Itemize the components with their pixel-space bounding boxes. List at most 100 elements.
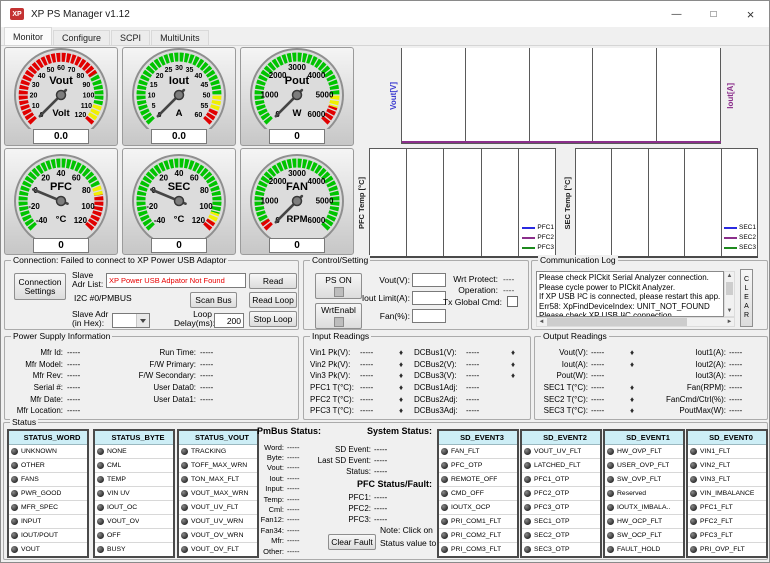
sec-temp-axis-label: SEC Temp [°C] [559, 148, 575, 258]
pmbus-value[interactable]: ----- [287, 484, 300, 493]
status-row-label: CML [107, 462, 121, 469]
gauge-iout: 051015202530354045505560IoutA0.0 [122, 47, 236, 146]
close-button[interactable]: × [732, 1, 769, 27]
pfc-fault-value[interactable]: ----- [374, 504, 387, 513]
scroll-left-icon[interactable]: ◄ [537, 318, 546, 327]
clear-log-button[interactable]: CLEAR [740, 269, 753, 327]
info-row: Mfr Model:----- [9, 359, 101, 371]
iout-limit-label: Iout Limit(A): [360, 294, 410, 303]
reading-value: ----- [360, 348, 394, 357]
diamond-indicator-icon: ♦ [506, 360, 520, 369]
tx-global-checkbox[interactable] [507, 296, 518, 307]
diamond-indicator-icon: ♦ [506, 371, 520, 380]
tab[interactable]: Configure [53, 30, 110, 45]
legend-item: PFC1 [522, 224, 554, 231]
svg-text:90: 90 [83, 82, 91, 89]
info-label: F/W Primary: [125, 360, 200, 369]
tab-label: SCPI [120, 33, 141, 43]
slave-adr-select[interactable] [112, 313, 150, 328]
info-label: User Data1: [125, 395, 200, 404]
loop-delay-input[interactable] [214, 313, 244, 328]
svg-text:4000: 4000 [308, 177, 326, 186]
minimize-button[interactable]: — [658, 1, 695, 27]
ps-info-group: Power Supply Information Mfr Id:-----Mfr… [4, 336, 299, 420]
pmbus-row: Other:----- [257, 546, 300, 556]
system-status-value[interactable]: ----- [374, 467, 387, 476]
pmbus-value[interactable]: ----- [287, 505, 300, 514]
pfc-fault-list: PFC1:-----PFC2:-----PFC3:----- [304, 492, 387, 525]
output-readings-left: Vout(V):-----♦Iout(A):-----♦Pout(W):----… [539, 347, 639, 417]
pmbus-value[interactable]: ----- [287, 453, 300, 462]
status-table-header: SD_EVENT0 [688, 431, 766, 445]
svg-text:10: 10 [148, 93, 156, 100]
pfc-fault-value[interactable]: ----- [374, 515, 387, 524]
pfc-fault-row: PFC1:----- [304, 492, 387, 503]
status-row: CMD_OFF [439, 487, 517, 501]
reading-label: SEC3 T(°C): [539, 406, 591, 415]
operation-value: ---- [503, 286, 514, 295]
svg-text:40: 40 [195, 73, 203, 80]
status-led-icon [441, 504, 448, 511]
pfc-fault-value[interactable]: ----- [374, 493, 387, 502]
log-horizontal-scrollbar[interactable]: ◄ ► [536, 317, 735, 327]
wrt-enabl-button[interactable]: WrtEnabl [315, 303, 362, 329]
pmbus-value[interactable]: ----- [287, 526, 300, 535]
tab[interactable]: SCPI [111, 30, 150, 45]
grid-cell [530, 48, 594, 143]
status-led-icon [441, 476, 448, 483]
read-button[interactable]: Read [249, 273, 297, 289]
pmbus-label: Iout: [257, 474, 287, 483]
ps-on-button[interactable]: PS ON [315, 273, 362, 299]
diamond-indicator-icon: ♦ [625, 406, 639, 415]
pmbus-value[interactable]: ----- [287, 463, 300, 472]
comm-log-textarea[interactable]: Please check PICkit Serial Analyzer conn… [536, 271, 724, 317]
output-readings-title: Output Readings [541, 331, 609, 341]
svg-text:40: 40 [57, 169, 66, 178]
legend-line-icon [724, 227, 737, 229]
pmbus-value[interactable]: ----- [287, 515, 300, 524]
sd-event2-table: SD_EVENT2 VOUT_UV_FLTLATCHED_FLTPFC1_OTP… [520, 429, 602, 558]
log-vertical-scrollbar[interactable]: ▲ ▼ [724, 271, 735, 317]
svg-text:20: 20 [156, 73, 164, 80]
wrt-protect-value: ---- [503, 275, 514, 284]
pmbus-value[interactable]: ----- [287, 547, 300, 556]
info-row: User Data1:----- [125, 393, 234, 405]
system-status-value[interactable]: ----- [374, 445, 387, 454]
vout-set-input[interactable] [412, 273, 446, 287]
pmbus-value[interactable]: ----- [287, 495, 300, 504]
reading-row: Vin3 Pk(V):-----♦ [310, 370, 408, 382]
stop-loop-button[interactable]: Stop Loop [249, 311, 297, 327]
clear-fault-button[interactable]: Clear Fault [328, 534, 376, 550]
info-row: Mfr Rev:----- [9, 370, 101, 382]
pmbus-value[interactable]: ----- [287, 443, 300, 452]
svg-text:30: 30 [175, 65, 183, 72]
reading-row: SEC1 T(°C):-----♦ [539, 382, 639, 394]
pmbus-value[interactable]: ----- [287, 536, 300, 545]
pmbus-value[interactable]: ----- [287, 474, 300, 483]
pfc-temp-axis-label: PFC Temp [°C] [353, 148, 369, 258]
fan-set-input[interactable] [412, 309, 446, 323]
connection-settings-button[interactable]: Connection Settings [14, 273, 66, 300]
tab[interactable]: Monitor [4, 27, 52, 45]
tab[interactable]: MultiUnits [151, 30, 209, 45]
scroll-right-icon[interactable]: ► [725, 318, 734, 327]
scroll-thumb[interactable] [726, 282, 733, 295]
scroll-down-icon[interactable]: ▼ [725, 307, 734, 316]
chevron-down-icon[interactable] [136, 314, 149, 327]
svg-text:50: 50 [203, 93, 211, 100]
gauge-dial: 051015202530354045505560IoutA [123, 48, 235, 129]
diamond-indicator-icon: ♦ [625, 360, 639, 369]
scroll-thumb[interactable] [547, 318, 687, 326]
sec-legend: SEC1SEC2SEC3 [724, 224, 756, 251]
system-status-value[interactable]: ----- [374, 456, 387, 465]
read-loop-button[interactable]: Read Loop [249, 292, 297, 308]
scroll-up-icon[interactable]: ▲ [725, 272, 734, 281]
reading-label: Vin1 Pk(V): [310, 348, 360, 357]
adapter-status-field[interactable] [106, 273, 246, 288]
scan-bus-button[interactable]: Scan Bus [190, 292, 237, 308]
svg-text:30: 30 [32, 82, 40, 89]
status-led-icon [607, 504, 614, 511]
title-bar[interactable]: XP XP PS Manager v1.12 — □ × [1, 1, 769, 27]
maximize-button[interactable]: □ [695, 1, 732, 27]
grid-cell [685, 149, 721, 256]
